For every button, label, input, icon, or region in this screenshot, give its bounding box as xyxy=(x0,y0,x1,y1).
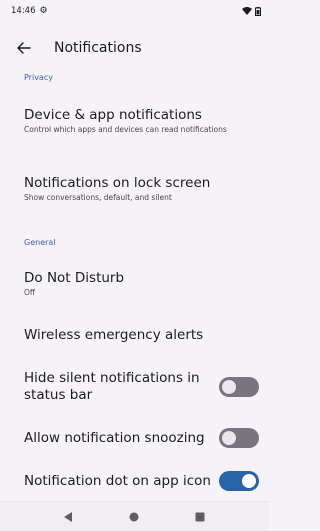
status-time: 14:46 xyxy=(11,6,36,16)
status-left: 14:46 ⚙ xyxy=(11,6,48,16)
toggle-thumb xyxy=(222,380,236,394)
pref-title: Do Not Disturb xyxy=(24,270,125,286)
nav-back-icon xyxy=(64,511,72,522)
system-nav-bar xyxy=(0,501,269,531)
pref-title: Device & app notifications xyxy=(24,107,202,123)
snooze-toggle[interactable] xyxy=(219,428,259,448)
pref-notification-dot[interactable]: Notification dot on app icon xyxy=(0,471,269,491)
pref-lock-screen-notifications[interactable]: Notifications on lock screen Show conver… xyxy=(0,175,269,203)
hide-silent-toggle[interactable] xyxy=(219,377,259,397)
pref-summary: Control which apps and devices can read … xyxy=(24,125,227,134)
nav-back-button[interactable] xyxy=(64,511,73,522)
gear-icon: ⚙ xyxy=(39,5,48,16)
pref-title: Notifications on lock screen xyxy=(24,175,211,191)
pref-hide-silent-notifications[interactable]: Hide silent notifications in status bar xyxy=(0,370,269,410)
status-right xyxy=(242,6,261,16)
notification-dot-toggle[interactable] xyxy=(219,471,259,491)
back-button[interactable] xyxy=(10,34,38,62)
toggle-thumb xyxy=(222,431,236,445)
pref-summary: Show conversations, default, and silent xyxy=(24,193,172,202)
battery-icon xyxy=(255,6,261,16)
status-bar: 14:46 ⚙ xyxy=(0,0,269,22)
pref-summary: Off xyxy=(24,288,36,297)
nav-home-icon xyxy=(129,512,139,521)
pref-device-app-notifications[interactable]: Device & app notifications Control which… xyxy=(0,107,269,135)
arrow-back-icon xyxy=(17,42,31,54)
page-title: Notifications xyxy=(54,40,142,56)
section-header-general: General xyxy=(24,238,56,247)
nav-home-button[interactable] xyxy=(129,512,139,522)
pref-allow-snoozing[interactable]: Allow notification snoozing xyxy=(0,428,269,448)
nav-recents-icon xyxy=(195,512,205,521)
pref-title: Wireless emergency alerts xyxy=(24,327,204,343)
app-bar: Notifications xyxy=(0,30,269,66)
section-header-privacy: Privacy xyxy=(24,73,53,82)
pref-do-not-disturb[interactable]: Do Not Disturb Off xyxy=(0,270,269,298)
toggle-thumb xyxy=(242,474,256,488)
wifi-icon xyxy=(242,7,252,15)
pref-wireless-emergency-alerts[interactable]: Wireless emergency alerts xyxy=(0,327,269,344)
nav-recents-button[interactable] xyxy=(195,512,205,522)
